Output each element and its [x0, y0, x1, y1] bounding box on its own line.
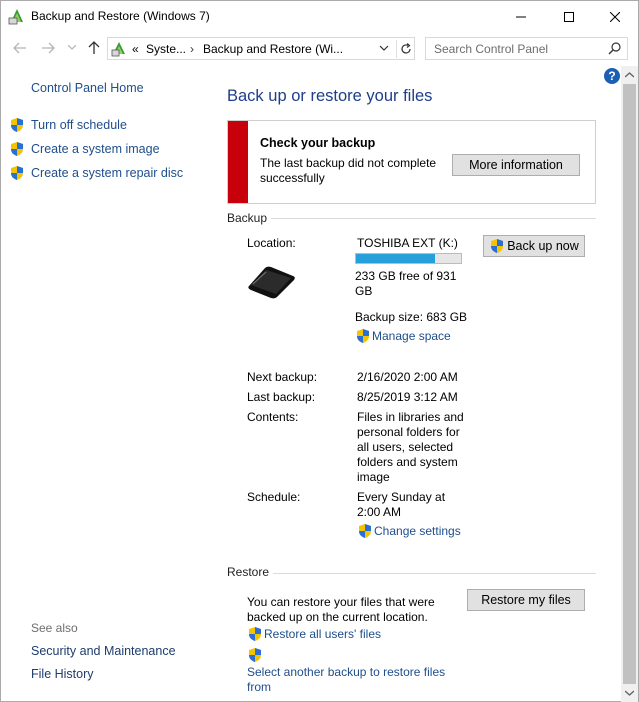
forward-button[interactable]	[38, 38, 58, 58]
uac-shield-icon	[357, 329, 369, 343]
forward-arrow-icon	[42, 42, 55, 54]
more-information-button[interactable]: More information	[452, 154, 580, 176]
last-backup-value: 8/25/2019 3:12 AM	[357, 390, 458, 404]
maximize-button[interactable]	[546, 1, 592, 32]
help-icon[interactable]: ?	[604, 68, 620, 84]
title-bar: Backup and Restore (Windows 7)	[1, 1, 638, 32]
external-drive-icon	[248, 266, 295, 299]
sidebar-item-label: Create a system image	[31, 142, 160, 156]
address-overflow[interactable]: «	[132, 42, 139, 56]
next-backup-value: 2/16/2020 2:00 AM	[357, 370, 458, 384]
restore-all-users-link[interactable]: Restore all users' files	[247, 626, 381, 642]
scroll-down-button[interactable]	[621, 684, 638, 701]
breadcrumb-backup-restore[interactable]: Backup and Restore (Wi...	[203, 42, 343, 56]
location-label: Location:	[247, 236, 296, 250]
page-title: Back up or restore your files	[227, 87, 433, 105]
manage-space-link[interactable]: Manage space	[355, 328, 451, 344]
schedule-value: Every Sunday at 2:00 AM	[357, 490, 446, 519]
sidebar-item-label: Create a system repair disc	[31, 166, 184, 180]
restore-my-files-button[interactable]: Restore my files	[467, 589, 585, 611]
alert-title: Check your backup	[260, 136, 376, 150]
window: Backup and Restore (Windows 7) « Syste..…	[0, 0, 639, 702]
select-another-backup-link[interactable]: Select another backup to restore files f…	[247, 665, 457, 695]
chevron-down-icon	[625, 690, 634, 696]
search-icon	[608, 42, 621, 55]
control-panel-home-link[interactable]: Control Panel Home	[31, 81, 144, 95]
breadcrumb-system[interactable]: Syste...	[146, 42, 186, 56]
drive-usage-fill	[356, 254, 435, 263]
back-up-now-button[interactable]: Back up now	[483, 235, 585, 257]
contents-label: Contents:	[247, 410, 299, 424]
sidebar-item-turn-off-schedule[interactable]: Turn off schedule	[9, 117, 127, 133]
chevron-down-icon	[68, 45, 76, 50]
close-icon	[610, 11, 620, 22]
security-maintenance-link[interactable]: Security and Maintenance	[31, 644, 176, 658]
maximize-icon	[564, 11, 574, 22]
scrollbar-thumb[interactable]	[623, 84, 636, 684]
sidebar-item-label: Turn off schedule	[31, 118, 127, 132]
back-up-now-label: Back up now	[507, 239, 579, 253]
drive-usage-bar	[355, 253, 462, 264]
main-content: Back up or restore your files Check your…	[211, 66, 621, 702]
chevron-up-icon	[625, 71, 634, 77]
file-history-link[interactable]: File History	[31, 667, 94, 681]
alert-message: The last backup did not complete success…	[260, 156, 437, 185]
refresh-button[interactable]	[396, 40, 414, 58]
uac-shield-icon	[11, 118, 23, 132]
sidebar: Control Panel Home Turn off schedule Cre…	[1, 66, 211, 702]
minimize-button[interactable]	[498, 1, 544, 32]
minimize-icon	[516, 16, 526, 17]
uac-shield-icon	[249, 648, 261, 662]
breadcrumb-separator-icon: ›	[190, 42, 194, 56]
uac-shield-icon	[359, 524, 371, 538]
change-settings-link[interactable]: Change settings	[357, 523, 461, 539]
back-button[interactable]	[10, 38, 30, 58]
section-divider	[271, 218, 596, 219]
search-input[interactable]: Search Control Panel	[425, 37, 628, 60]
restore-section-heading: Restore	[227, 565, 270, 579]
close-button[interactable]	[592, 1, 638, 32]
location-value: TOSHIBA EXT (K:)	[357, 236, 458, 250]
restore-all-users-label: Restore all users' files	[264, 627, 381, 641]
uac-shield-icon	[11, 166, 23, 180]
sidebar-item-create-repair-disc[interactable]: Create a system repair disc	[9, 165, 183, 181]
restore-description: You can restore your files that were bac…	[247, 595, 435, 624]
window-title: Backup and Restore (Windows 7)	[31, 9, 210, 23]
free-space-text: 233 GB free of 931 GB	[355, 269, 457, 298]
vertical-scrollbar[interactable]	[621, 66, 638, 702]
sidebar-item-create-system-image[interactable]: Create a system image	[9, 141, 160, 157]
address-dropdown-icon[interactable]	[378, 42, 390, 54]
backup-section-heading: Backup	[227, 211, 268, 225]
change-settings-label: Change settings	[374, 524, 461, 538]
see-also-heading: See also	[31, 621, 78, 635]
uac-shield-icon	[249, 627, 261, 641]
up-button[interactable]	[84, 38, 104, 58]
backup-restore-app-icon	[8, 9, 23, 25]
section-divider	[273, 573, 596, 574]
backup-size-text: Backup size: 683 GB	[355, 310, 468, 324]
contents-value: Files in libraries and personal folders …	[357, 410, 464, 484]
schedule-label: Schedule:	[247, 490, 301, 504]
up-arrow-icon	[88, 41, 100, 54]
last-backup-label: Last backup:	[247, 390, 316, 404]
uac-shield-icon	[491, 239, 504, 253]
alert-status-bar	[228, 121, 248, 203]
address-bar[interactable]: « Syste... › Backup and Restore (Wi...	[107, 37, 415, 60]
refresh-icon	[400, 43, 411, 54]
next-backup-label: Next backup:	[247, 370, 318, 384]
navigation-bar: « Syste... › Backup and Restore (Wi... S…	[1, 34, 638, 62]
recent-locations-button[interactable]	[62, 38, 82, 58]
scroll-up-button[interactable]	[621, 66, 638, 83]
search-placeholder: Search Control Panel	[434, 42, 549, 56]
backup-alert: Check your backup The last backup did no…	[227, 120, 596, 204]
back-arrow-icon	[13, 42, 26, 54]
control-panel-icon	[111, 42, 125, 57]
manage-space-label: Manage space	[372, 329, 451, 343]
uac-shield-icon	[11, 142, 23, 156]
